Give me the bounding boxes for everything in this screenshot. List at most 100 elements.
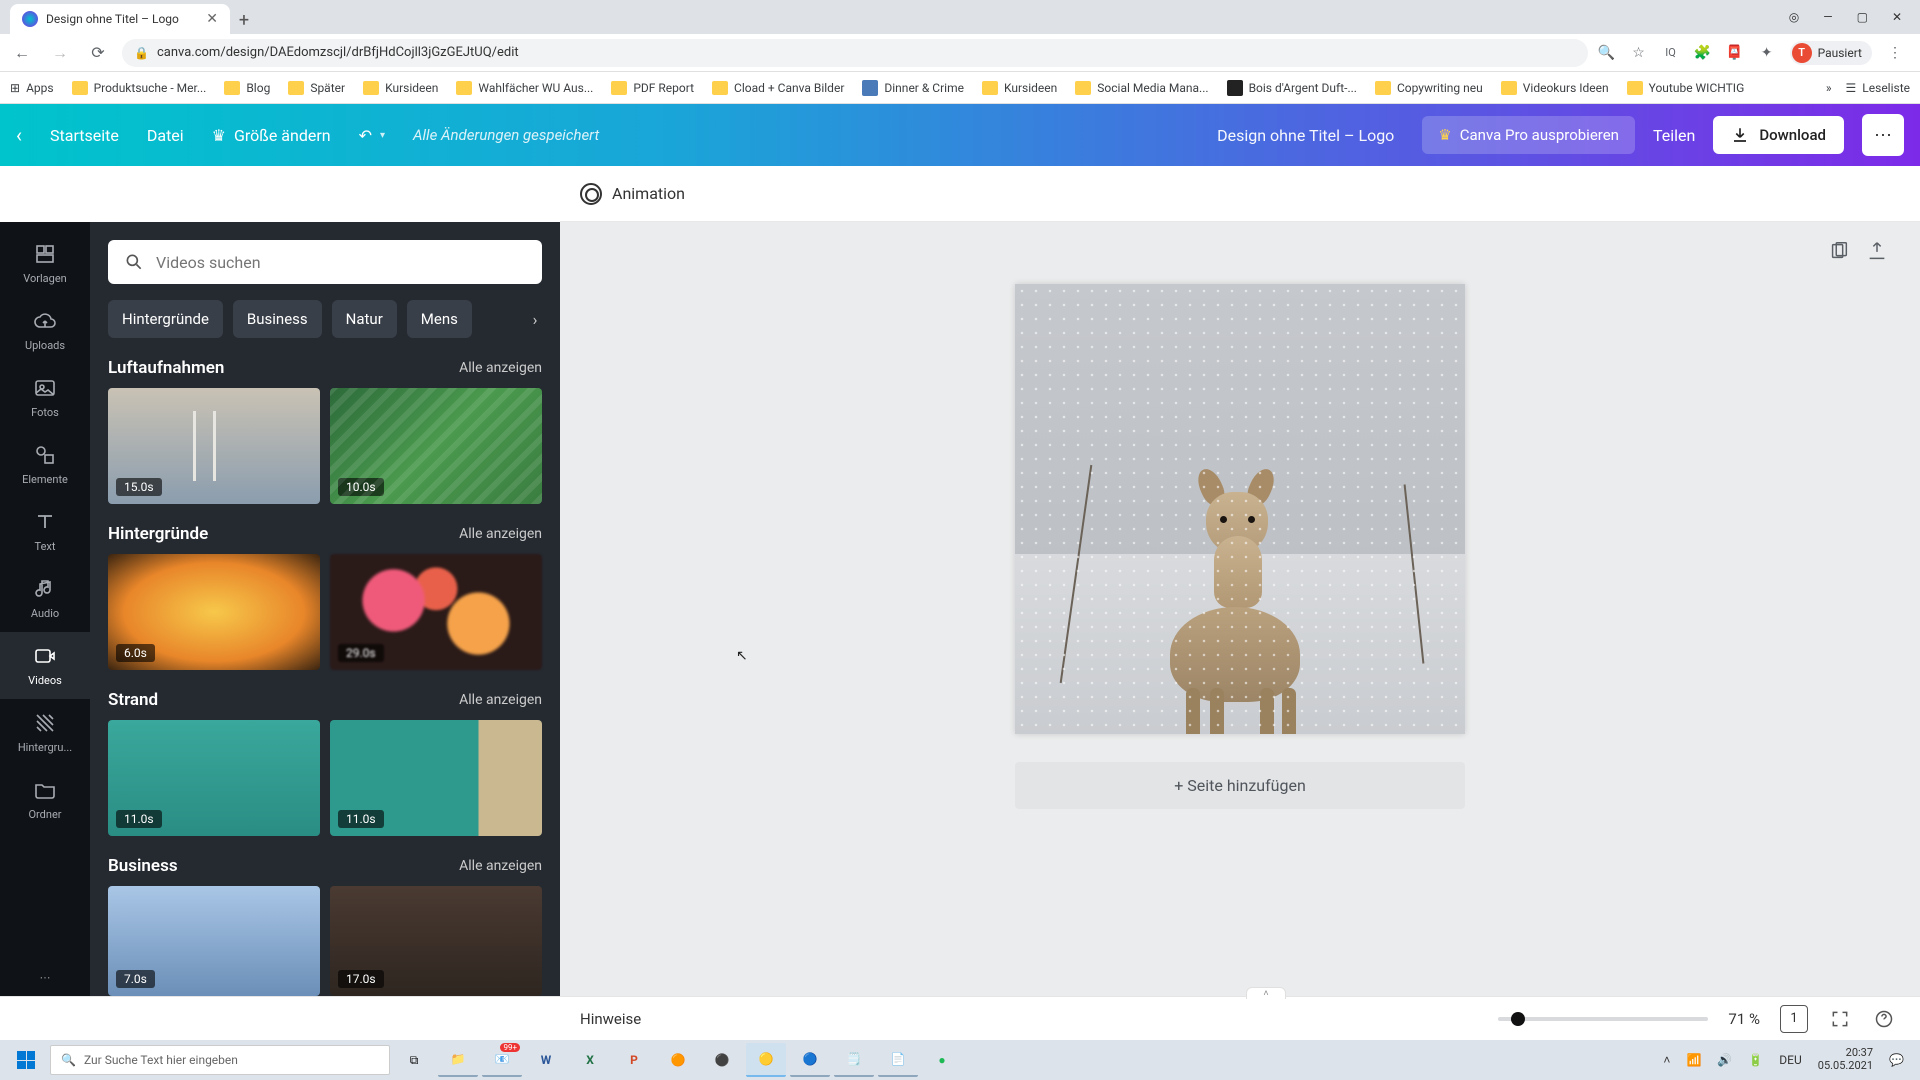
- filter-next-button[interactable]: ›: [522, 301, 548, 337]
- obs-icon[interactable]: ⚫: [702, 1043, 742, 1077]
- filter-mensch[interactable]: Mens: [407, 300, 472, 338]
- video-thumb[interactable]: 10.0s: [330, 388, 542, 504]
- url-field[interactable]: 🔒 canva.com/design/DAEdomzscjl/drBfjHdCo…: [122, 39, 1588, 67]
- mail-icon[interactable]: 99+📧: [482, 1043, 522, 1077]
- apps-button[interactable]: ⊞Apps: [10, 81, 54, 95]
- filter-business[interactable]: Business: [233, 300, 322, 338]
- zoom-icon[interactable]: 🔍: [1598, 44, 1616, 62]
- chrome-icon[interactable]: 🟡: [746, 1043, 786, 1077]
- word-icon[interactable]: W: [526, 1043, 566, 1077]
- lang-indicator[interactable]: DEU: [1779, 1053, 1801, 1067]
- bookmark-11[interactable]: Copywriting neu: [1375, 81, 1483, 95]
- add-page-button[interactable]: + Seite hinzufügen: [1015, 762, 1465, 809]
- bookmark-13[interactable]: Youtube WICHTIG: [1627, 81, 1745, 95]
- rail-uploads[interactable]: Uploads: [0, 297, 90, 364]
- see-all-link[interactable]: Alle anzeigen: [459, 360, 542, 376]
- undo-button[interactable]: ↶▾: [359, 126, 385, 145]
- notifications-icon[interactable]: 💬: [1889, 1053, 1904, 1067]
- maximize-icon[interactable]: ▢: [1857, 10, 1868, 24]
- bookmark-3[interactable]: Kursideen: [363, 81, 438, 95]
- see-all-link[interactable]: Alle anzeigen: [459, 526, 542, 542]
- pro-button[interactable]: ♛Canva Pro ausprobieren: [1422, 116, 1635, 154]
- filter-hintergruende[interactable]: Hintergründe: [108, 300, 223, 338]
- zoom-knob[interactable]: [1511, 1012, 1525, 1026]
- reading-list[interactable]: ☰ Leseliste: [1846, 81, 1910, 95]
- share-button[interactable]: Teilen: [1653, 126, 1695, 145]
- design-canvas[interactable]: [1015, 284, 1465, 734]
- video-thumb[interactable]: 29.0s: [330, 554, 542, 670]
- resize-menu[interactable]: ♛Größe ändern: [212, 126, 331, 145]
- pages-indicator[interactable]: 1: [1780, 1005, 1808, 1033]
- search-box[interactable]: [108, 240, 542, 284]
- zoom-slider[interactable]: [1498, 1017, 1708, 1021]
- close-tab-icon[interactable]: ✕: [206, 11, 218, 27]
- browser-tab[interactable]: Design ohne Titel – Logo ✕: [10, 4, 230, 34]
- bookmark-2[interactable]: Später: [288, 81, 345, 95]
- bookmark-7[interactable]: Dinner & Crime: [862, 80, 964, 96]
- app-icon-2[interactable]: 🗒️: [834, 1043, 874, 1077]
- upload-page-icon[interactable]: [1866, 240, 1888, 262]
- rail-ordner[interactable]: Ordner: [0, 766, 90, 833]
- bookmark-5[interactable]: PDF Report: [611, 81, 694, 95]
- task-view-icon[interactable]: ⧉: [394, 1043, 434, 1077]
- app-icon-3[interactable]: 📄: [878, 1043, 918, 1077]
- bookmark-6[interactable]: Cload + Canva Bilder: [712, 81, 844, 95]
- home-link[interactable]: Startseite: [50, 126, 119, 145]
- download-button[interactable]: Download: [1713, 116, 1844, 154]
- star-icon[interactable]: ☆: [1630, 44, 1648, 62]
- profile-chip[interactable]: T Pausiert: [1790, 41, 1872, 65]
- app-icon-1[interactable]: 🟠: [658, 1043, 698, 1077]
- edge-icon[interactable]: 🔵: [790, 1043, 830, 1077]
- video-thumb[interactable]: 11.0s: [330, 720, 542, 836]
- file-menu[interactable]: Datei: [147, 126, 184, 145]
- reload-button[interactable]: ⟳: [84, 39, 112, 67]
- doc-title[interactable]: Design ohne Titel – Logo: [1217, 126, 1394, 145]
- explorer-icon[interactable]: 📁: [438, 1043, 478, 1077]
- bookmark-10[interactable]: Bois d'Argent Duft-...: [1227, 80, 1357, 96]
- bookmark-4[interactable]: Wahlfächer WU Aus...: [456, 81, 593, 95]
- filter-natur[interactable]: Natur: [332, 300, 397, 338]
- rail-hintergrund[interactable]: Hintergru...: [0, 699, 90, 766]
- rail-more[interactable]: ⋯: [0, 959, 90, 996]
- video-thumb[interactable]: 17.0s: [330, 886, 542, 996]
- duplicate-page-icon[interactable]: [1828, 240, 1850, 262]
- rail-audio[interactable]: Audio: [0, 565, 90, 632]
- bookmark-9[interactable]: Social Media Mana...: [1075, 81, 1208, 95]
- more-menu-button[interactable]: ⋯: [1862, 114, 1904, 156]
- video-thumb[interactable]: 6.0s: [108, 554, 320, 670]
- spotify-icon[interactable]: ●: [922, 1043, 962, 1077]
- tray-chevron-icon[interactable]: ˄: [1663, 1053, 1670, 1067]
- help-icon[interactable]: [1872, 1007, 1896, 1031]
- animation-button[interactable]: Animation: [580, 183, 685, 205]
- kebab-icon[interactable]: ⋮: [1886, 44, 1904, 62]
- minimize-icon[interactable]: —: [1823, 10, 1832, 24]
- home-back-icon[interactable]: ‹: [16, 123, 22, 147]
- back-button[interactable]: ←: [8, 39, 36, 67]
- video-thumb[interactable]: 7.0s: [108, 886, 320, 996]
- video-thumb[interactable]: 11.0s: [108, 720, 320, 836]
- bookmark-8[interactable]: Kursideen: [982, 81, 1057, 95]
- ext-icon-1[interactable]: 🧩: [1694, 44, 1712, 62]
- ext-icon-2[interactable]: 📮: [1726, 44, 1744, 62]
- rail-elemente[interactable]: Elemente: [0, 431, 90, 498]
- powerpoint-icon[interactable]: P: [614, 1043, 654, 1077]
- start-button[interactable]: [6, 1044, 46, 1076]
- new-tab-button[interactable]: +: [230, 6, 258, 34]
- clock[interactable]: 20:37 05.05.2021: [1818, 1047, 1873, 1072]
- rail-videos[interactable]: Videos: [0, 632, 90, 699]
- hints-button[interactable]: Hinweise: [580, 1010, 641, 1028]
- search-input[interactable]: [156, 253, 526, 272]
- excel-icon[interactable]: X: [570, 1043, 610, 1077]
- bookmarks-overflow[interactable]: »: [1826, 81, 1832, 95]
- rail-text[interactable]: Text: [0, 498, 90, 565]
- close-window-icon[interactable]: ✕: [1892, 10, 1902, 24]
- see-all-link[interactable]: Alle anzeigen: [459, 858, 542, 874]
- battery-icon[interactable]: 🔋: [1748, 1053, 1763, 1067]
- io-icon[interactable]: IQ: [1662, 44, 1680, 62]
- target-icon[interactable]: ◎: [1789, 10, 1799, 24]
- bookmark-12[interactable]: Videokurs Ideen: [1501, 81, 1609, 95]
- rail-vorlagen[interactable]: Vorlagen: [0, 230, 90, 297]
- video-thumb[interactable]: 15.0s: [108, 388, 320, 504]
- fullscreen-icon[interactable]: [1828, 1007, 1852, 1031]
- bookmark-1[interactable]: Blog: [224, 81, 270, 95]
